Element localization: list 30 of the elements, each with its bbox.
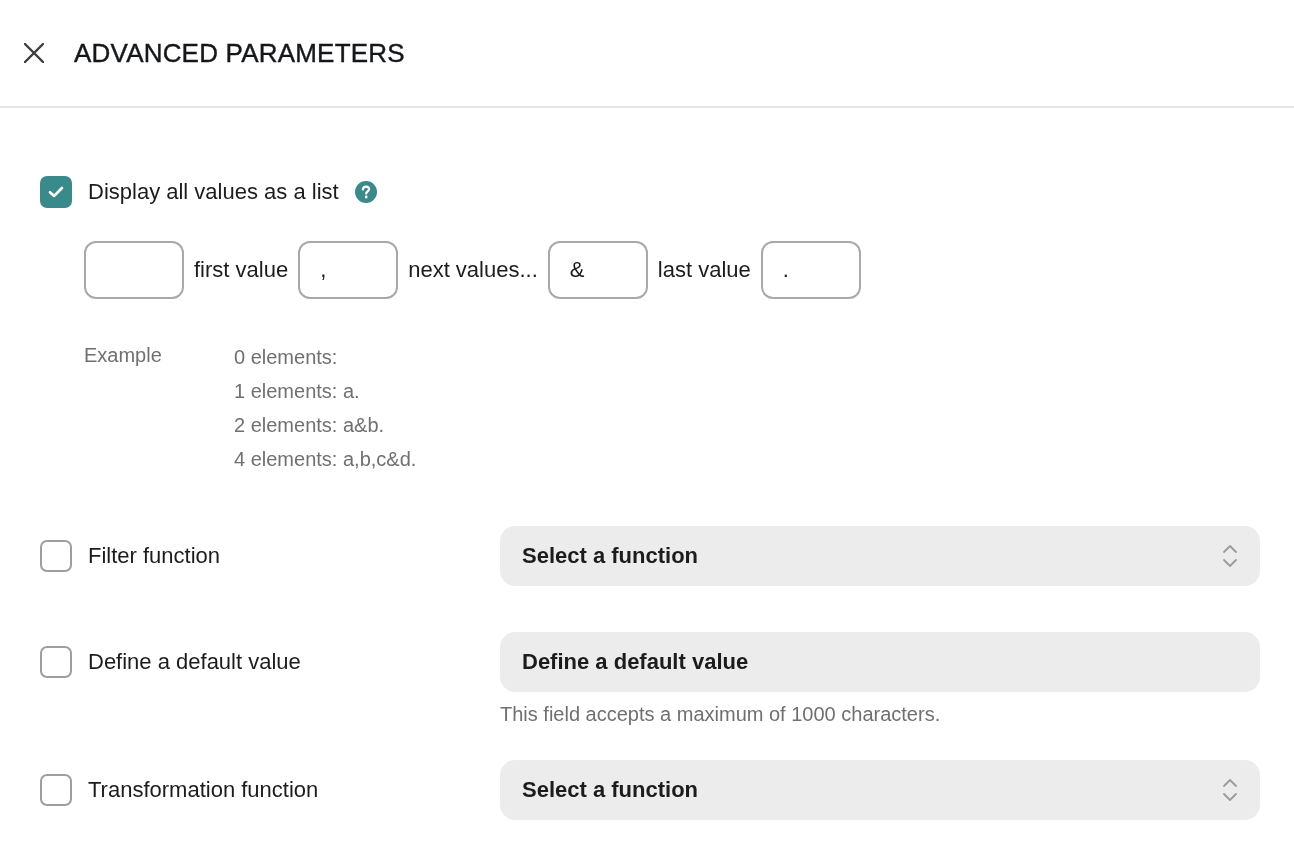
option-label: Display all values as a list	[88, 179, 339, 205]
option-label: Filter function	[88, 543, 221, 569]
separator-field[interactable]: &	[547, 241, 648, 299]
check-icon	[48, 186, 64, 198]
help-icon[interactable]	[354, 181, 377, 203]
option-label: Define a default value	[88, 649, 301, 675]
option-label: Transformation function	[88, 777, 319, 803]
checkbox[interactable]	[40, 540, 72, 572]
panel-title: ADVANCED PARAMETERS	[74, 37, 405, 69]
example-line: 1 elements: a.	[234, 379, 361, 404]
separator-field[interactable]	[84, 241, 184, 299]
chevron-up-down-icon	[1222, 778, 1238, 802]
example-line: 4 elements: a,b,c&d.	[234, 447, 417, 472]
separator-field[interactable]: .	[760, 241, 861, 299]
example-line: 0 elements:	[234, 345, 339, 370]
chevron-up-down-icon	[1222, 544, 1238, 568]
checkbox[interactable]	[40, 646, 72, 678]
example-label: Example	[84, 343, 163, 368]
separator-field[interactable]: ,	[298, 241, 399, 299]
checkbox[interactable]	[40, 176, 72, 208]
separator-label: last value	[657, 257, 751, 283]
example-line: 2 elements: a&b.	[234, 413, 386, 438]
field-hint: This field accepts a maximum of 1000 characters.	[500, 702, 942, 727]
separator-label: next values...	[408, 257, 538, 283]
function-select[interactable]: Select a function	[500, 526, 1260, 586]
checkbox[interactable]	[40, 774, 72, 806]
default-value-field[interactable]: Define a default value	[500, 632, 1260, 692]
close-icon	[24, 43, 44, 63]
separator-label: first value	[194, 257, 289, 283]
function-select[interactable]: Select a function	[500, 760, 1260, 820]
